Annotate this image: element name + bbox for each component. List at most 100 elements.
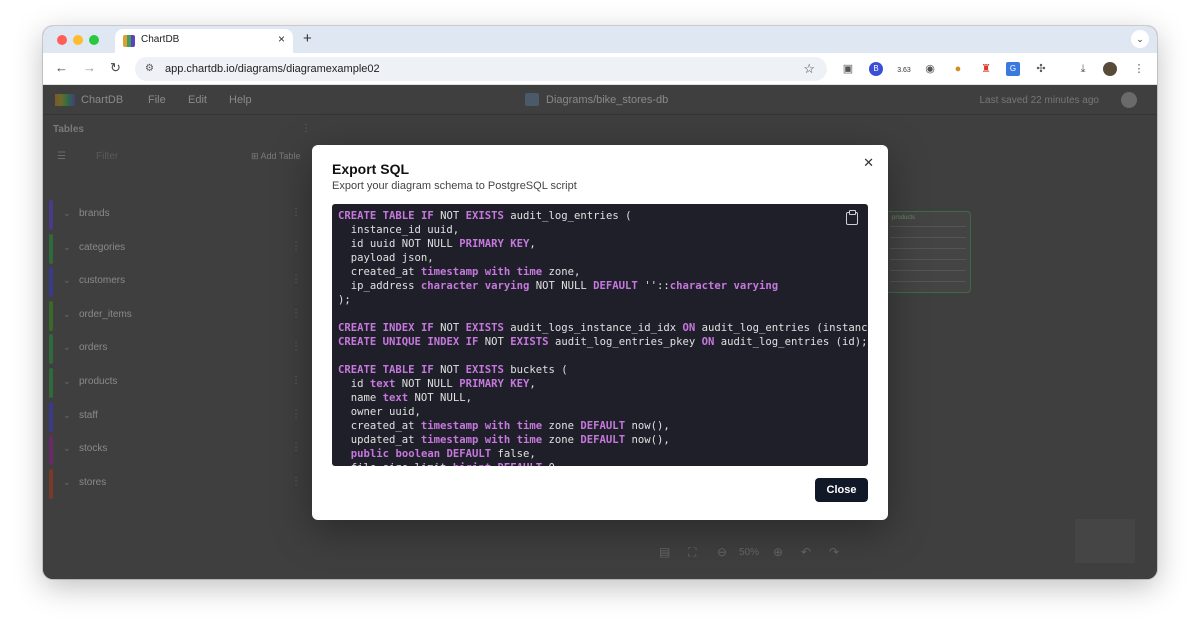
chevron-down-icon[interactable]: ⌄ bbox=[63, 443, 71, 454]
menu-help[interactable]: Help bbox=[229, 94, 252, 106]
zoom-out-icon[interactable]: ⊖ bbox=[717, 545, 727, 559]
close-icon[interactable]: ✕ bbox=[863, 155, 874, 171]
zoom-in-icon[interactable]: ⊕ bbox=[773, 545, 783, 559]
red-extension-icon[interactable]: ♜ bbox=[979, 62, 993, 76]
table-color-bar bbox=[49, 233, 53, 264]
puzzle-extensions-icon[interactable]: ✣ bbox=[1034, 62, 1048, 76]
table-color-bar bbox=[49, 401, 53, 432]
table-color-bar bbox=[49, 368, 53, 398]
dialog-subtitle: Export your diagram schema to PostgreSQL… bbox=[332, 180, 577, 192]
table-color-bar bbox=[49, 435, 53, 466]
chartdb-favicon-icon bbox=[123, 35, 135, 47]
sidebar-menu-icon[interactable]: ⋮ bbox=[301, 123, 311, 134]
close-button[interactable]: Close bbox=[815, 478, 868, 502]
chevron-down-icon[interactable]: ⌄ bbox=[63, 208, 71, 219]
site-settings-icon[interactable]: ⚙ bbox=[145, 63, 154, 74]
chartdb-logo-icon bbox=[55, 94, 75, 106]
database-icon bbox=[525, 93, 539, 106]
table-name: brands bbox=[79, 208, 110, 219]
sidebar-table-item[interactable]: ⌄ brands ⋮ bbox=[49, 200, 305, 230]
table-name: stores bbox=[79, 476, 107, 488]
sidebar-table-item[interactable]: ⌄ orders ⋮ bbox=[49, 334, 305, 365]
tab-close-icon[interactable]: × bbox=[278, 32, 285, 46]
url-text: app.chartdb.io/diagrams/diagramexample02 bbox=[165, 63, 380, 75]
extension-b-icon[interactable]: B bbox=[869, 62, 883, 76]
minimap[interactable] bbox=[1075, 519, 1135, 563]
chevron-down-icon[interactable]: ⌄ bbox=[63, 410, 71, 421]
sidebar-table-item[interactable]: ⌄ staff ⋮ bbox=[49, 401, 305, 432]
reload-icon[interactable]: ↻ bbox=[110, 60, 121, 76]
node-row-divider bbox=[890, 270, 966, 271]
tables-sidebar: Tables ⋮ ☰ Filter ⊞ Add Table ⌄ brands ⋮ ⌄ c… bbox=[43, 115, 311, 579]
table-options-icon[interactable]: ⋮ bbox=[291, 409, 301, 420]
table-options-icon[interactable]: ⋮ bbox=[291, 375, 301, 386]
chevron-down-icon[interactable]: ⌄ bbox=[63, 477, 71, 488]
breadcrumb[interactable]: Diagrams/bike_stores-db bbox=[546, 94, 668, 106]
table-options-icon[interactable]: ⋮ bbox=[291, 476, 301, 487]
maximize-window-button[interactable] bbox=[89, 35, 99, 45]
chevron-down-icon[interactable]: ⌄ bbox=[63, 242, 71, 253]
sql-code-block[interactable]: CREATE TABLE IF NOT EXISTS audit_log_ent… bbox=[332, 204, 868, 466]
github-icon[interactable] bbox=[1121, 92, 1137, 108]
chevron-down-icon[interactable]: ⌄ bbox=[63, 309, 71, 320]
add-table-button[interactable]: ⊞ Add Table bbox=[251, 151, 300, 162]
sidebar-table-item[interactable]: ⌄ categories ⋮ bbox=[49, 233, 305, 264]
clipboard-copy-icon[interactable] bbox=[846, 210, 858, 225]
table-options-icon[interactable]: ⋮ bbox=[291, 274, 301, 285]
table-options-icon[interactable]: ⋮ bbox=[291, 241, 301, 252]
sidebar-table-item[interactable]: ⌄ stores ⋮ bbox=[49, 468, 305, 499]
close-window-button[interactable] bbox=[57, 35, 67, 45]
chevron-down-icon[interactable]: ⌄ bbox=[63, 342, 71, 353]
minimize-window-button[interactable] bbox=[73, 35, 83, 45]
sidebar-table-item[interactable]: ⌄ order_items ⋮ bbox=[49, 300, 305, 331]
table-name: categories bbox=[79, 241, 126, 253]
camera-extension-icon[interactable]: ▣ bbox=[841, 62, 855, 76]
save-icon[interactable]: ▤ bbox=[659, 545, 670, 559]
table-options-icon[interactable]: ⋮ bbox=[291, 207, 301, 218]
eye-off-icon[interactable]: ◉ bbox=[923, 62, 937, 76]
back-icon[interactable]: ← bbox=[55, 60, 68, 75]
table-color-bar bbox=[49, 334, 53, 365]
sidebar-table-item[interactable]: ⌄ stocks ⋮ bbox=[49, 435, 305, 466]
table-name: products bbox=[79, 376, 118, 387]
app-logo-text: ChartDB bbox=[81, 94, 124, 106]
table-name: orders bbox=[79, 342, 108, 354]
table-name: customers bbox=[79, 275, 126, 287]
chevron-down-icon[interactable]: ⌄ bbox=[63, 275, 71, 286]
chevron-down-icon[interactable]: ⌄ bbox=[63, 376, 71, 387]
undo-icon[interactable]: ↶ bbox=[801, 545, 811, 559]
cookie-extension-icon[interactable]: ● bbox=[951, 62, 965, 76]
redo-icon[interactable]: ↷ bbox=[829, 545, 839, 559]
table-options-icon[interactable]: ⋮ bbox=[291, 341, 301, 352]
fit-view-icon[interactable]: ⛶ bbox=[688, 545, 696, 560]
menu-file[interactable]: File bbox=[148, 94, 166, 106]
bookmark-star-icon[interactable]: ☆ bbox=[803, 61, 815, 77]
new-tab-button[interactable]: + bbox=[303, 30, 312, 47]
menu-edit[interactable]: Edit bbox=[188, 94, 207, 106]
sidebar-title: Tables bbox=[53, 124, 84, 135]
profile-avatar[interactable] bbox=[1103, 62, 1117, 76]
sidebar-table-item[interactable]: ⌄ customers ⋮ bbox=[49, 267, 305, 298]
last-saved-status: Last saved 22 minutes ago bbox=[979, 95, 1099, 106]
table-color-bar bbox=[49, 267, 53, 298]
extension-badge[interactable]: 3.63 bbox=[893, 64, 915, 78]
table-options-icon[interactable]: ⋮ bbox=[291, 308, 301, 319]
download-icon[interactable]: ⤓ bbox=[1076, 62, 1090, 76]
tab-chartdb[interactable]: ChartDB × bbox=[115, 29, 293, 53]
filter-input[interactable]: Filter bbox=[96, 151, 118, 162]
browser-menu-icon[interactable]: ⋮ bbox=[1132, 62, 1146, 76]
list-icon[interactable]: ☰ bbox=[57, 151, 66, 162]
export-sql-dialog: ✕ Export SQL Export your diagram schema … bbox=[312, 145, 888, 520]
address-bar[interactable]: ⚙ app.chartdb.io/diagrams/diagramexample… bbox=[135, 57, 827, 81]
table-options-icon[interactable]: ⋮ bbox=[291, 442, 301, 453]
zoom-level: 50% bbox=[739, 547, 760, 558]
table-color-bar bbox=[49, 468, 53, 499]
forward-icon[interactable]: → bbox=[83, 60, 96, 75]
tab-search-button[interactable]: ⌄ bbox=[1131, 30, 1149, 48]
translate-icon[interactable]: G bbox=[1006, 62, 1020, 76]
table-color-bar bbox=[49, 300, 53, 331]
sidebar-table-item[interactable]: ⌄ products ⋮ bbox=[49, 368, 305, 398]
table-color-bar bbox=[49, 200, 53, 230]
table-name: order_items bbox=[79, 308, 132, 320]
diagram-table-node[interactable]: products bbox=[885, 211, 971, 293]
